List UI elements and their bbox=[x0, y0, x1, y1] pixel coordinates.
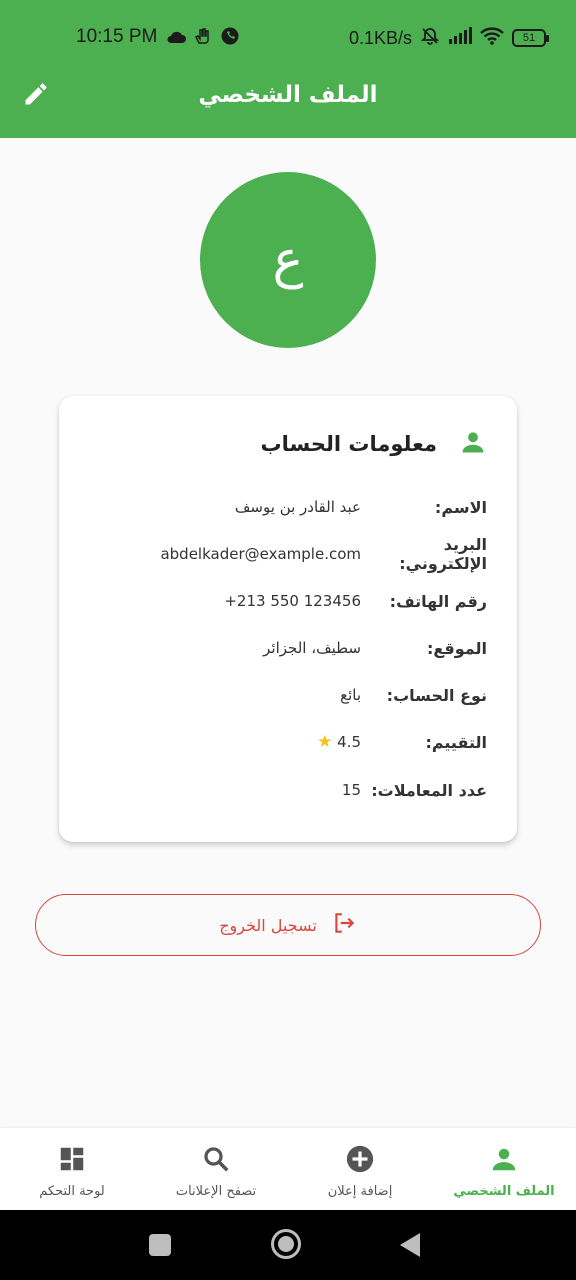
battery-icon: 51 bbox=[512, 29, 549, 47]
info-label: عدد المعاملات: bbox=[371, 780, 487, 800]
info-row-email: البريد الإلكتروني: abdelkader@example.co… bbox=[59, 535, 517, 573]
info-row-name: الاسم: عبد القادر بن يوسف bbox=[59, 492, 517, 522]
mute-bell-icon bbox=[420, 26, 440, 50]
status-time: 10:15 PM bbox=[76, 26, 158, 47]
info-value: 15 bbox=[341, 781, 361, 799]
wifi-icon bbox=[480, 27, 504, 49]
logout-icon bbox=[331, 910, 357, 940]
status-bar: 10:15 PM 0.1KB/s 51 bbox=[0, 0, 576, 76]
network-speed: 0.1KB/s bbox=[348, 27, 412, 48]
star-icon: ★ bbox=[317, 732, 333, 752]
info-value: بائع bbox=[340, 686, 361, 704]
info-row-rating: التقييم: 4.5 ★ bbox=[59, 727, 517, 757]
info-label: الاسم: bbox=[434, 497, 487, 517]
logout-label: تسجيل الخروج bbox=[219, 915, 317, 935]
home-button[interactable] bbox=[271, 1229, 301, 1259]
nav-item-browse-ads[interactable]: تصفح الإعلانات bbox=[144, 1128, 288, 1210]
back-button[interactable] bbox=[400, 1233, 420, 1257]
info-row-location: الموقع: سطيف، الجزائر bbox=[59, 633, 517, 663]
status-icons-left bbox=[166, 26, 240, 50]
nav-label: تصفح الإعلانات bbox=[175, 1184, 257, 1199]
signal-icon bbox=[448, 27, 472, 49]
info-value: abdelkader@example.com bbox=[160, 545, 361, 563]
card-header: معلومات الحساب bbox=[261, 428, 487, 460]
info-value: عبد القادر بن يوسف bbox=[234, 498, 361, 516]
recents-button[interactable] bbox=[149, 1234, 171, 1256]
nav-item-profile[interactable]: الملف الشخصي bbox=[432, 1128, 576, 1210]
info-row-phone: رقم الهاتف: +213 550 123456 bbox=[59, 586, 517, 616]
bottom-navigation: الملف الشخصي إضافة إعلان تصفح الإعلانات … bbox=[0, 1128, 576, 1210]
nav-item-dashboard[interactable]: لوحة التحكم bbox=[0, 1128, 144, 1210]
info-label: التقييم: bbox=[425, 732, 487, 752]
nav-label: لوحة التحكم bbox=[39, 1184, 105, 1199]
account-info-card: معلومات الحساب الاسم: عبد القادر بن يوسف… bbox=[59, 396, 517, 842]
avatar: ع bbox=[200, 172, 376, 348]
cloud-icon bbox=[166, 29, 186, 48]
add-circle-icon bbox=[345, 1144, 375, 1184]
search-icon bbox=[201, 1144, 231, 1184]
info-label: رقم الهاتف: bbox=[389, 591, 487, 611]
person-icon bbox=[459, 428, 487, 460]
status-icons-right: 0.1KB/s 51 bbox=[348, 26, 549, 50]
nav-item-add-ad[interactable]: إضافة إعلان bbox=[288, 1128, 432, 1210]
info-label: البريد الإلكتروني: bbox=[399, 535, 487, 573]
nav-label: الملف الشخصي bbox=[453, 1184, 555, 1199]
info-value: 4.5 ★ bbox=[59, 732, 361, 752]
page-title: الملف الشخصي bbox=[198, 82, 378, 108]
logout-button[interactable]: تسجيل الخروج bbox=[35, 894, 541, 956]
card-title: معلومات الحساب bbox=[260, 432, 437, 456]
info-row-account-type: نوع الحساب: بائع bbox=[59, 680, 517, 710]
app-header: 10:15 PM 0.1KB/s 51 الملف الشخصي bbox=[0, 0, 576, 138]
person-icon bbox=[489, 1144, 519, 1184]
hand-icon bbox=[194, 27, 212, 49]
info-label: الموقع: bbox=[426, 638, 487, 658]
rating-value: 4.5 bbox=[337, 733, 361, 751]
info-value: +213 550 123456 bbox=[224, 592, 361, 610]
whatsapp-icon bbox=[220, 26, 240, 50]
nav-label: إضافة إعلان bbox=[327, 1184, 393, 1199]
info-value: سطيف، الجزائر bbox=[263, 639, 361, 657]
info-label: نوع الحساب: bbox=[386, 685, 487, 705]
info-row-transactions: عدد المعاملات: 15 bbox=[59, 775, 517, 805]
dashboard-icon bbox=[57, 1144, 87, 1184]
